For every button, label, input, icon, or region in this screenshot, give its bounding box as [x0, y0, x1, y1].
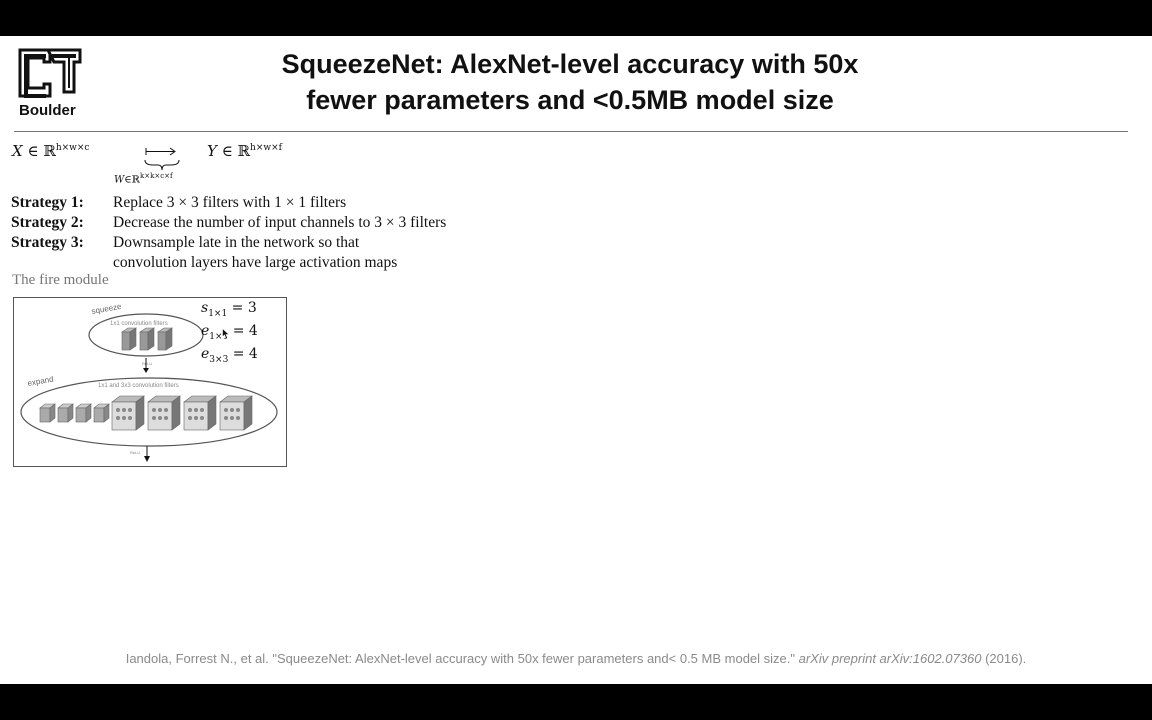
slide: Boulder SqueezeNet: AlexNet-level accura…: [0, 36, 1152, 684]
strategy-label: Strategy 2:: [11, 214, 84, 231]
title-line-1: SqueezeNet: AlexNet-level accuracy with …: [281, 49, 859, 79]
citation: Iandola, Forrest N., et al. "SqueezeNet:…: [0, 651, 1152, 666]
x-rel: ∈ ℝ: [27, 142, 56, 160]
strategy-text: Downsample late in the network so that c…: [113, 234, 398, 271]
hyperparam-value: = 4: [232, 323, 258, 339]
logo-text: Boulder: [19, 102, 76, 119]
title-line-2: fewer parameters and <0.5MB model size: [306, 85, 834, 115]
squeeze-label: squeeze: [91, 302, 123, 316]
mouse-cursor-icon: [222, 328, 230, 339]
y-rel: ∈ ℝ: [221, 142, 251, 160]
strategy-label: Strategy 1:: [11, 194, 84, 211]
strategy-text: Decrease the number of input channels to…: [113, 214, 447, 231]
squeeze-relu-label: ReLU: [142, 361, 152, 366]
citation-year: (2016).: [985, 651, 1027, 666]
output-tensor-formula: Y ∈ ℝh×w×f: [207, 142, 282, 160]
expand-1x1-filters: [39, 403, 110, 423]
squeeze-caption: 1x1 convolution filters: [110, 321, 168, 327]
maps-to-arrow-icon: [144, 147, 180, 171]
x-var: X: [12, 142, 23, 160]
x-dims: h×w×c: [55, 143, 90, 153]
squeeze-filters: [121, 327, 173, 351]
y-dims: h×w×f: [250, 143, 282, 153]
strategy-3: Strategy 3: Downsample late in the netwo…: [11, 233, 533, 273]
strategy-list: Strategy 1: Replace 3 × 3 filters with 1…: [11, 193, 533, 273]
strategy-text: Replace 3 × 3 filters with 1 × 1 filters: [113, 194, 347, 211]
slide-title: SqueezeNet: AlexNet-level accuracy with …: [190, 46, 950, 118]
w-var: W: [114, 174, 125, 186]
fire-module-label: The fire module: [12, 272, 109, 288]
hyperparam-value: = 3: [231, 300, 257, 316]
hyperparam-value: = 4: [232, 346, 258, 362]
hyperparam-e3x3: e3×3 = 4: [201, 346, 258, 365]
expand-label: expand: [27, 375, 54, 388]
hyperparam-s1x1: s1×1 = 3: [201, 300, 257, 319]
expand-3x3-filters: [111, 395, 253, 431]
w-rel: ∈ℝ: [124, 174, 140, 186]
hyperparam-sub: 1×1: [208, 308, 228, 319]
y-var: Y: [207, 142, 217, 160]
strategy-label: Strategy 3:: [11, 234, 84, 251]
citation-journal: arXiv preprint arXiv:1602.07360: [798, 651, 982, 666]
strategy-1: Strategy 1: Replace 3 × 3 filters with 1…: [11, 193, 533, 213]
input-tensor-formula: X ∈ ℝh×w×c: [12, 142, 89, 160]
w-dims: k×k×c×f: [140, 172, 173, 180]
citation-text: Iandola, Forrest N., et al. "SqueezeNet:…: [125, 651, 795, 666]
expand-caption: 1x1 and 3x3 convolution filters: [98, 383, 179, 389]
hyperparam-sub: 3×3: [209, 354, 229, 365]
weight-tensor-formula: W∈ℝk×k×c×f: [114, 172, 173, 185]
title-divider: [14, 131, 1128, 132]
strategy-2: Strategy 2: Decrease the number of input…: [11, 213, 533, 233]
expand-relu-label: ReLU: [130, 450, 140, 455]
